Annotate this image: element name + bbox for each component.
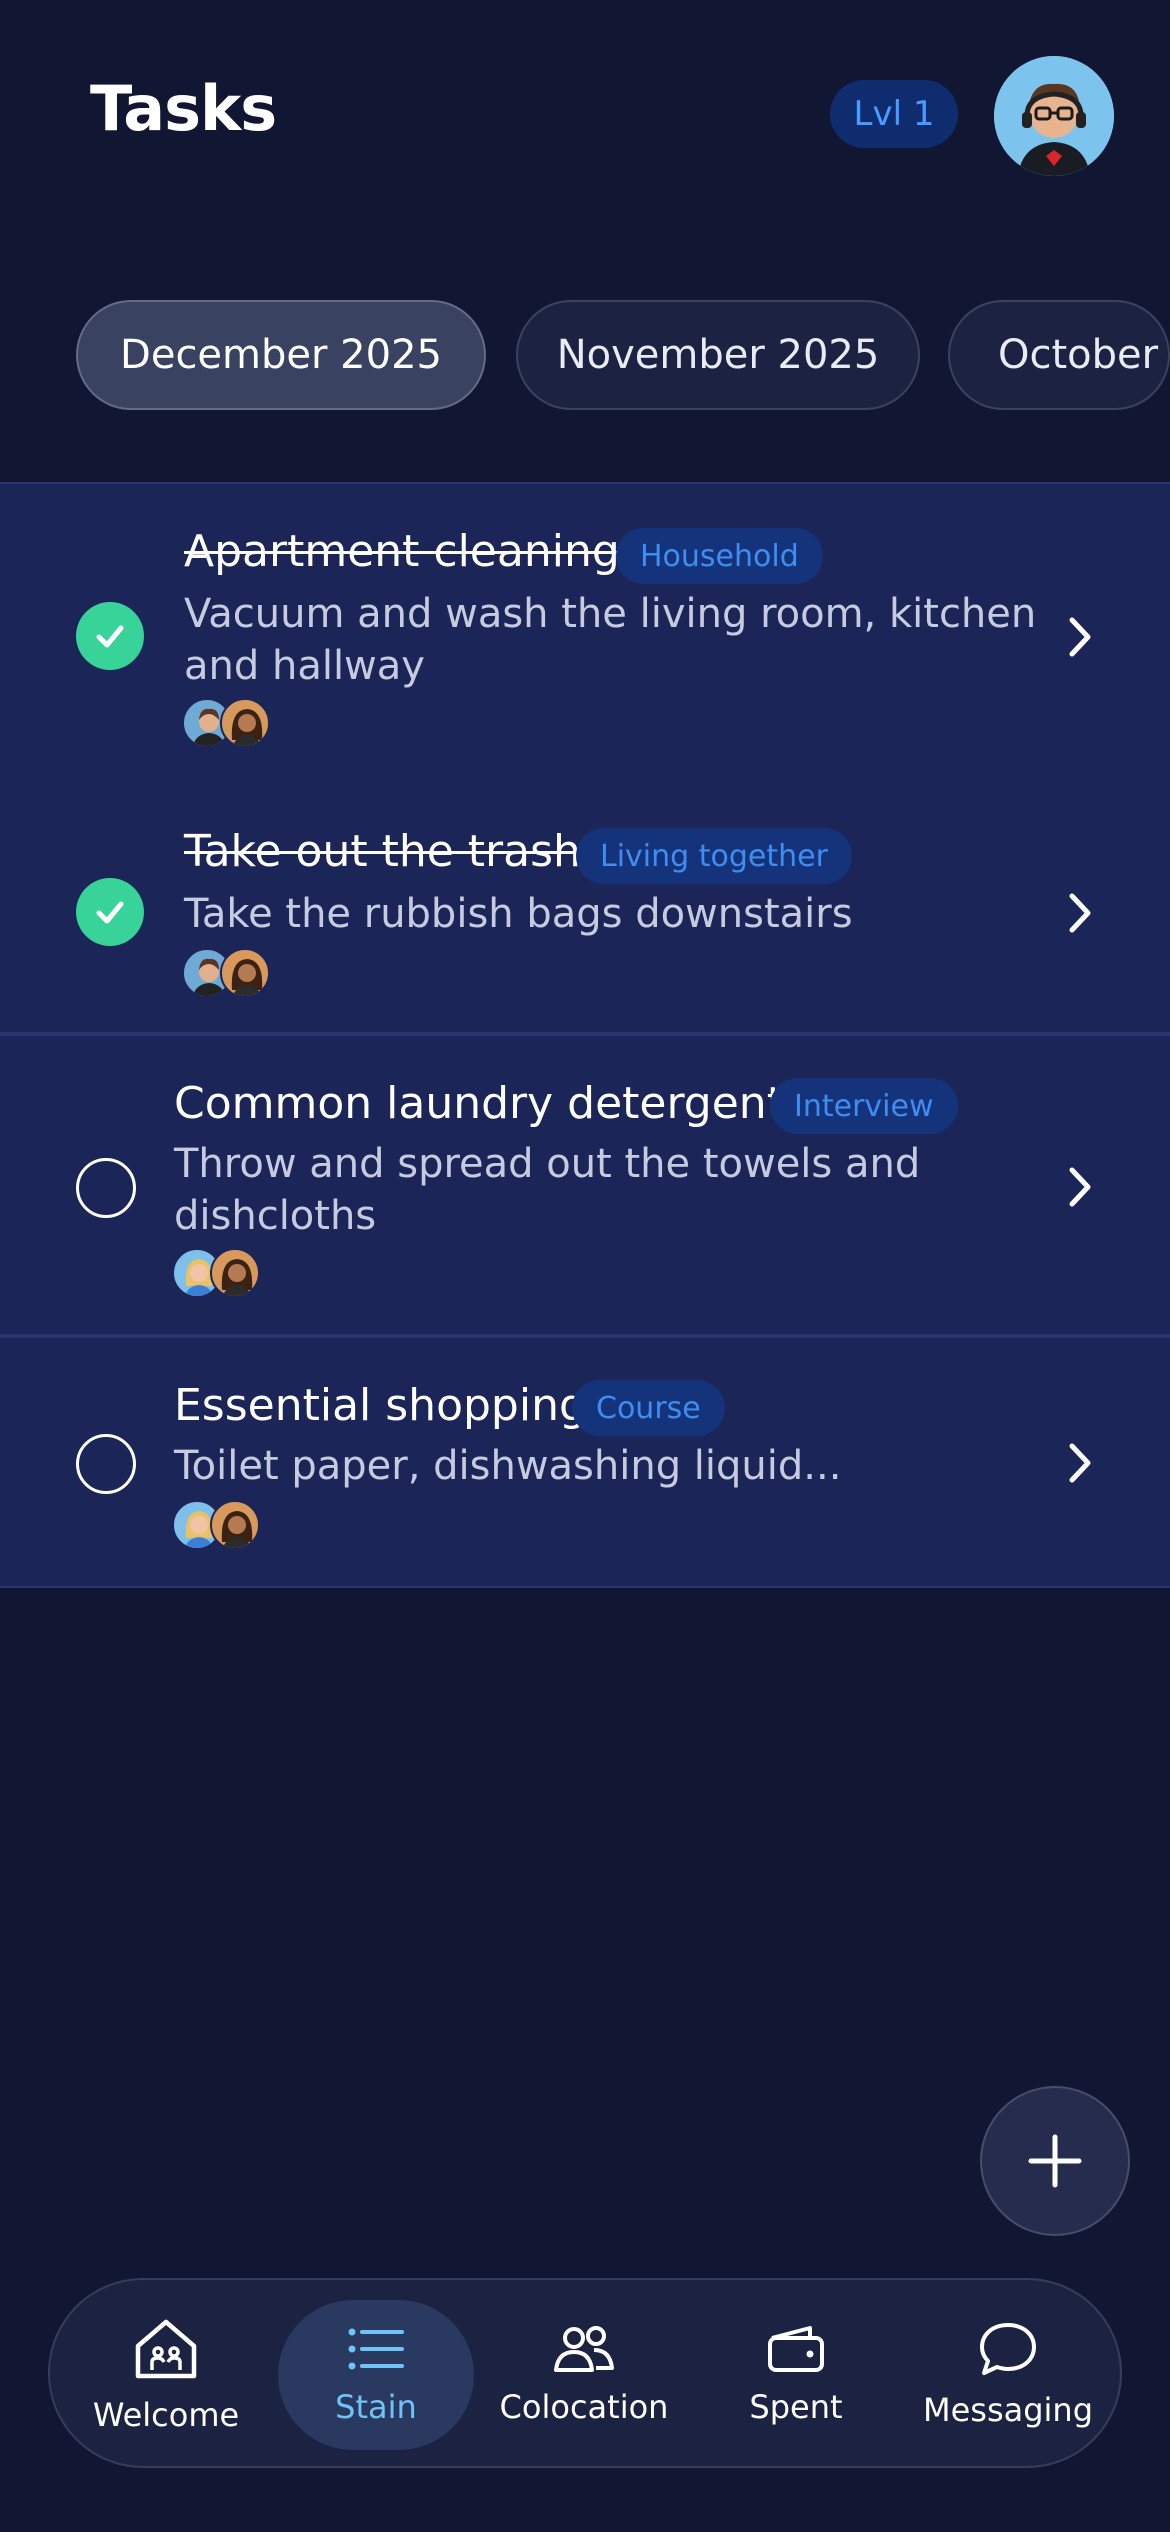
task-title: Essential shopping (174, 1380, 587, 1431)
tasks-screen: Tasks Lvl 1 December 2025 November 2025 … (0, 0, 1170, 2532)
nav-item-colocation[interactable]: Colocation (484, 2280, 684, 2470)
nav-label: Messaging (922, 2391, 1094, 2429)
nav-item-messaging[interactable]: Messaging (908, 2280, 1108, 2470)
nav-label: Colocation (499, 2388, 669, 2426)
checkmark-icon[interactable] (76, 878, 144, 946)
avatar (220, 698, 270, 748)
plus-icon (1028, 2134, 1082, 2188)
chevron-right-icon[interactable] (1062, 612, 1098, 662)
assignee-avatars (182, 948, 282, 998)
month-chip-november[interactable]: November 2025 (516, 300, 920, 410)
task-row[interactable]: Take out the trash Living together Take … (0, 784, 1170, 1036)
assignee-avatars (182, 698, 282, 748)
nav-item-spent[interactable]: Spent (696, 2280, 896, 2470)
chat-icon (980, 2323, 1036, 2375)
avatar (210, 1500, 260, 1550)
people-icon (554, 2326, 614, 2372)
profile-avatar[interactable] (994, 56, 1114, 176)
list-icon (348, 2328, 404, 2370)
unchecked-circle-icon[interactable] (76, 1158, 136, 1218)
month-chip-december[interactable]: December 2025 (76, 300, 486, 410)
level-badge[interactable]: Lvl 1 (830, 80, 958, 148)
task-row[interactable]: Apartment cleaning Household Vacuum and … (0, 484, 1170, 784)
task-title: Take out the trash (184, 826, 581, 877)
nav-label: Spent (749, 2388, 843, 2426)
task-title: Common laundry detergent (174, 1078, 784, 1129)
checkmark-icon[interactable] (76, 602, 144, 670)
nav-item-stain[interactable]: Stain (278, 2280, 474, 2470)
assignee-avatars (172, 1248, 272, 1298)
assignee-avatars (172, 1500, 272, 1550)
task-description: Vacuum and wash the living room, kitchen… (184, 591, 1037, 689)
month-chip-october[interactable]: October 2025 (948, 300, 1170, 410)
nav-label: Welcome (92, 2396, 240, 2434)
task-row[interactable]: Common laundry detergent Interview Throw… (0, 1034, 1170, 1336)
chevron-right-icon[interactable] (1062, 888, 1098, 938)
task-description: Take the rubbish bags downstairs (184, 891, 853, 937)
wallet-icon (768, 2326, 824, 2372)
task-tag: Living together (576, 828, 852, 884)
chevron-right-icon[interactable] (1062, 1438, 1098, 1488)
task-description: Toilet paper, dishwashing liquid... (174, 1443, 842, 1489)
avatar-illustration (994, 56, 1114, 176)
nav-item-welcome[interactable]: Welcome (66, 2280, 266, 2470)
task-tag: Course (572, 1380, 725, 1436)
active-tab-highlight (278, 2300, 474, 2450)
completed-tasks-group: Apartment cleaning Household Vacuum and … (0, 482, 1170, 1034)
chevron-right-icon[interactable] (1062, 1162, 1098, 1212)
avatar (220, 948, 270, 998)
page-title: Tasks (90, 72, 277, 145)
avatar (210, 1248, 260, 1298)
task-description: Throw and spread out the towels and dish… (174, 1141, 921, 1239)
task-title: Apartment cleaning (184, 526, 620, 577)
bottom-navigation: Welcome Stain Colocation Spent Messaging (48, 2278, 1122, 2468)
add-task-button[interactable] (980, 2086, 1130, 2236)
nav-label: Stain (335, 2388, 417, 2426)
task-tag: Interview (770, 1078, 958, 1134)
task-tag: Household (616, 528, 823, 584)
home-icon (135, 2319, 197, 2379)
task-row[interactable]: Essential shopping Course Toilet paper, … (0, 1336, 1170, 1588)
unchecked-circle-icon[interactable] (76, 1434, 136, 1494)
